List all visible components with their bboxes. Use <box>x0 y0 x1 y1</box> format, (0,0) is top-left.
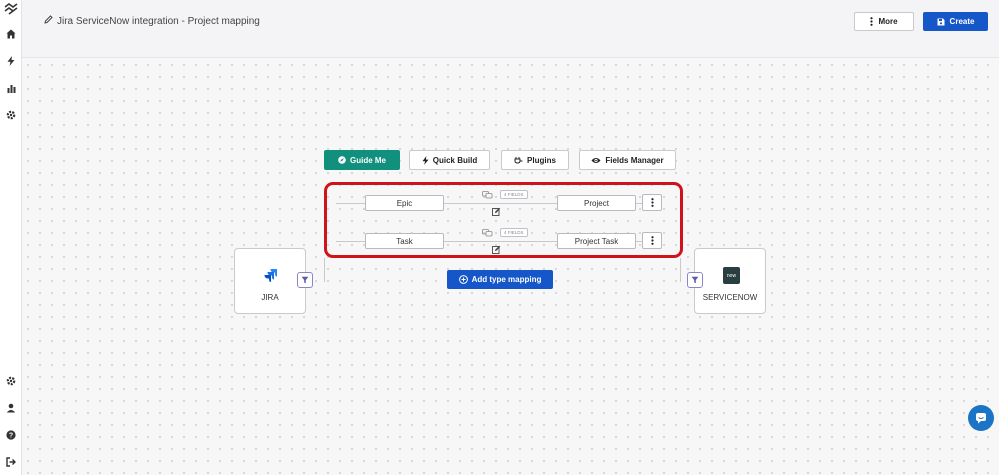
chart-icon[interactable] <box>4 81 18 95</box>
kebab-icon <box>870 17 874 26</box>
filter-icon <box>691 276 699 284</box>
sidebar: ? <box>0 0 22 475</box>
fields-manager-label: Fields Manager <box>605 155 664 165</box>
servicenow-endpoint[interactable]: now SERVICENOW <box>694 248 766 314</box>
admin-settings-icon[interactable] <box>4 374 18 388</box>
servicenow-logo-icon: now <box>723 267 740 284</box>
add-type-mapping-label: Add type mapping <box>471 275 542 284</box>
help-icon[interactable]: ? <box>4 428 18 442</box>
servicenow-connector-line <box>680 258 681 282</box>
chat-icon <box>976 413 986 424</box>
user-icon[interactable] <box>4 401 18 415</box>
eye-icon <box>591 157 601 163</box>
more-button[interactable]: More <box>854 12 914 31</box>
jira-logo-icon <box>264 268 278 287</box>
jira-endpoint-label: JIRA <box>261 293 279 302</box>
more-button-label: More <box>878 17 898 26</box>
add-type-mapping-button[interactable]: Add type mapping <box>447 270 553 289</box>
edit-pencil-icon[interactable] <box>44 15 53 27</box>
plugins-label: Plugins <box>527 155 556 165</box>
create-button[interactable]: Create <box>923 12 988 31</box>
create-button-label: Create <box>949 17 975 26</box>
mapping-canvas[interactable] <box>22 59 999 475</box>
save-icon <box>937 18 945 25</box>
chat-support-button[interactable] <box>968 405 994 431</box>
servicenow-filter-button[interactable] <box>687 272 703 288</box>
jira-endpoint[interactable]: JIRA <box>234 248 306 314</box>
bolt-icon[interactable] <box>4 54 18 68</box>
fields-manager-button[interactable]: Fields Manager <box>579 150 676 170</box>
top-bar: Jira ServiceNow integration - Project ma… <box>22 0 999 58</box>
jira-connector-line <box>324 258 325 282</box>
quick-build-button[interactable]: Quick Build <box>409 150 490 170</box>
plus-circle-icon <box>458 275 468 284</box>
home-icon[interactable] <box>4 27 18 41</box>
plugins-button[interactable]: Plugins <box>501 150 569 170</box>
plug-icon <box>514 156 523 164</box>
jira-filter-button[interactable] <box>297 272 313 288</box>
servicenow-endpoint-label: SERVICENOW <box>702 293 758 302</box>
settings-icon[interactable] <box>4 108 18 122</box>
page-title: Jira ServiceNow integration - Project ma… <box>44 15 260 27</box>
page-title-text: Jira ServiceNow integration - Project ma… <box>57 15 260 27</box>
guide-me-button[interactable]: Guide Me <box>324 150 400 170</box>
quick-build-label: Quick Build <box>432 155 478 165</box>
svg-text:?: ? <box>9 433 13 440</box>
highlight-annotation <box>324 182 683 258</box>
bolt-icon <box>422 155 429 165</box>
compass-icon <box>338 156 346 164</box>
guide-me-label: Guide Me <box>349 155 386 165</box>
filter-icon <box>301 276 309 284</box>
app-logo-icon[interactable] <box>4 2 18 16</box>
logout-icon[interactable] <box>4 455 18 469</box>
